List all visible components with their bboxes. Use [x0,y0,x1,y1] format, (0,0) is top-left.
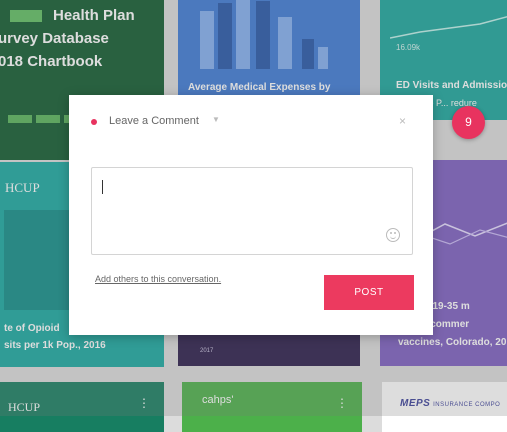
post-button[interactable]: POST [324,275,414,310]
comment-input-box [91,167,413,255]
chevron-down-icon[interactable]: ▼ [212,115,220,124]
close-icon[interactable]: × [399,114,406,128]
comment-dialog: Leave a Comment ▼ × Add others to this c… [69,95,433,335]
add-others-link[interactable]: Add others to this conversation. [95,274,221,284]
comment-input[interactable] [92,168,412,254]
dialog-title: Leave a Comment [109,115,199,127]
emoji-icon[interactable] [386,228,400,242]
comment-count-badge[interactable]: 9 [452,106,485,139]
status-dot-icon [91,119,97,125]
